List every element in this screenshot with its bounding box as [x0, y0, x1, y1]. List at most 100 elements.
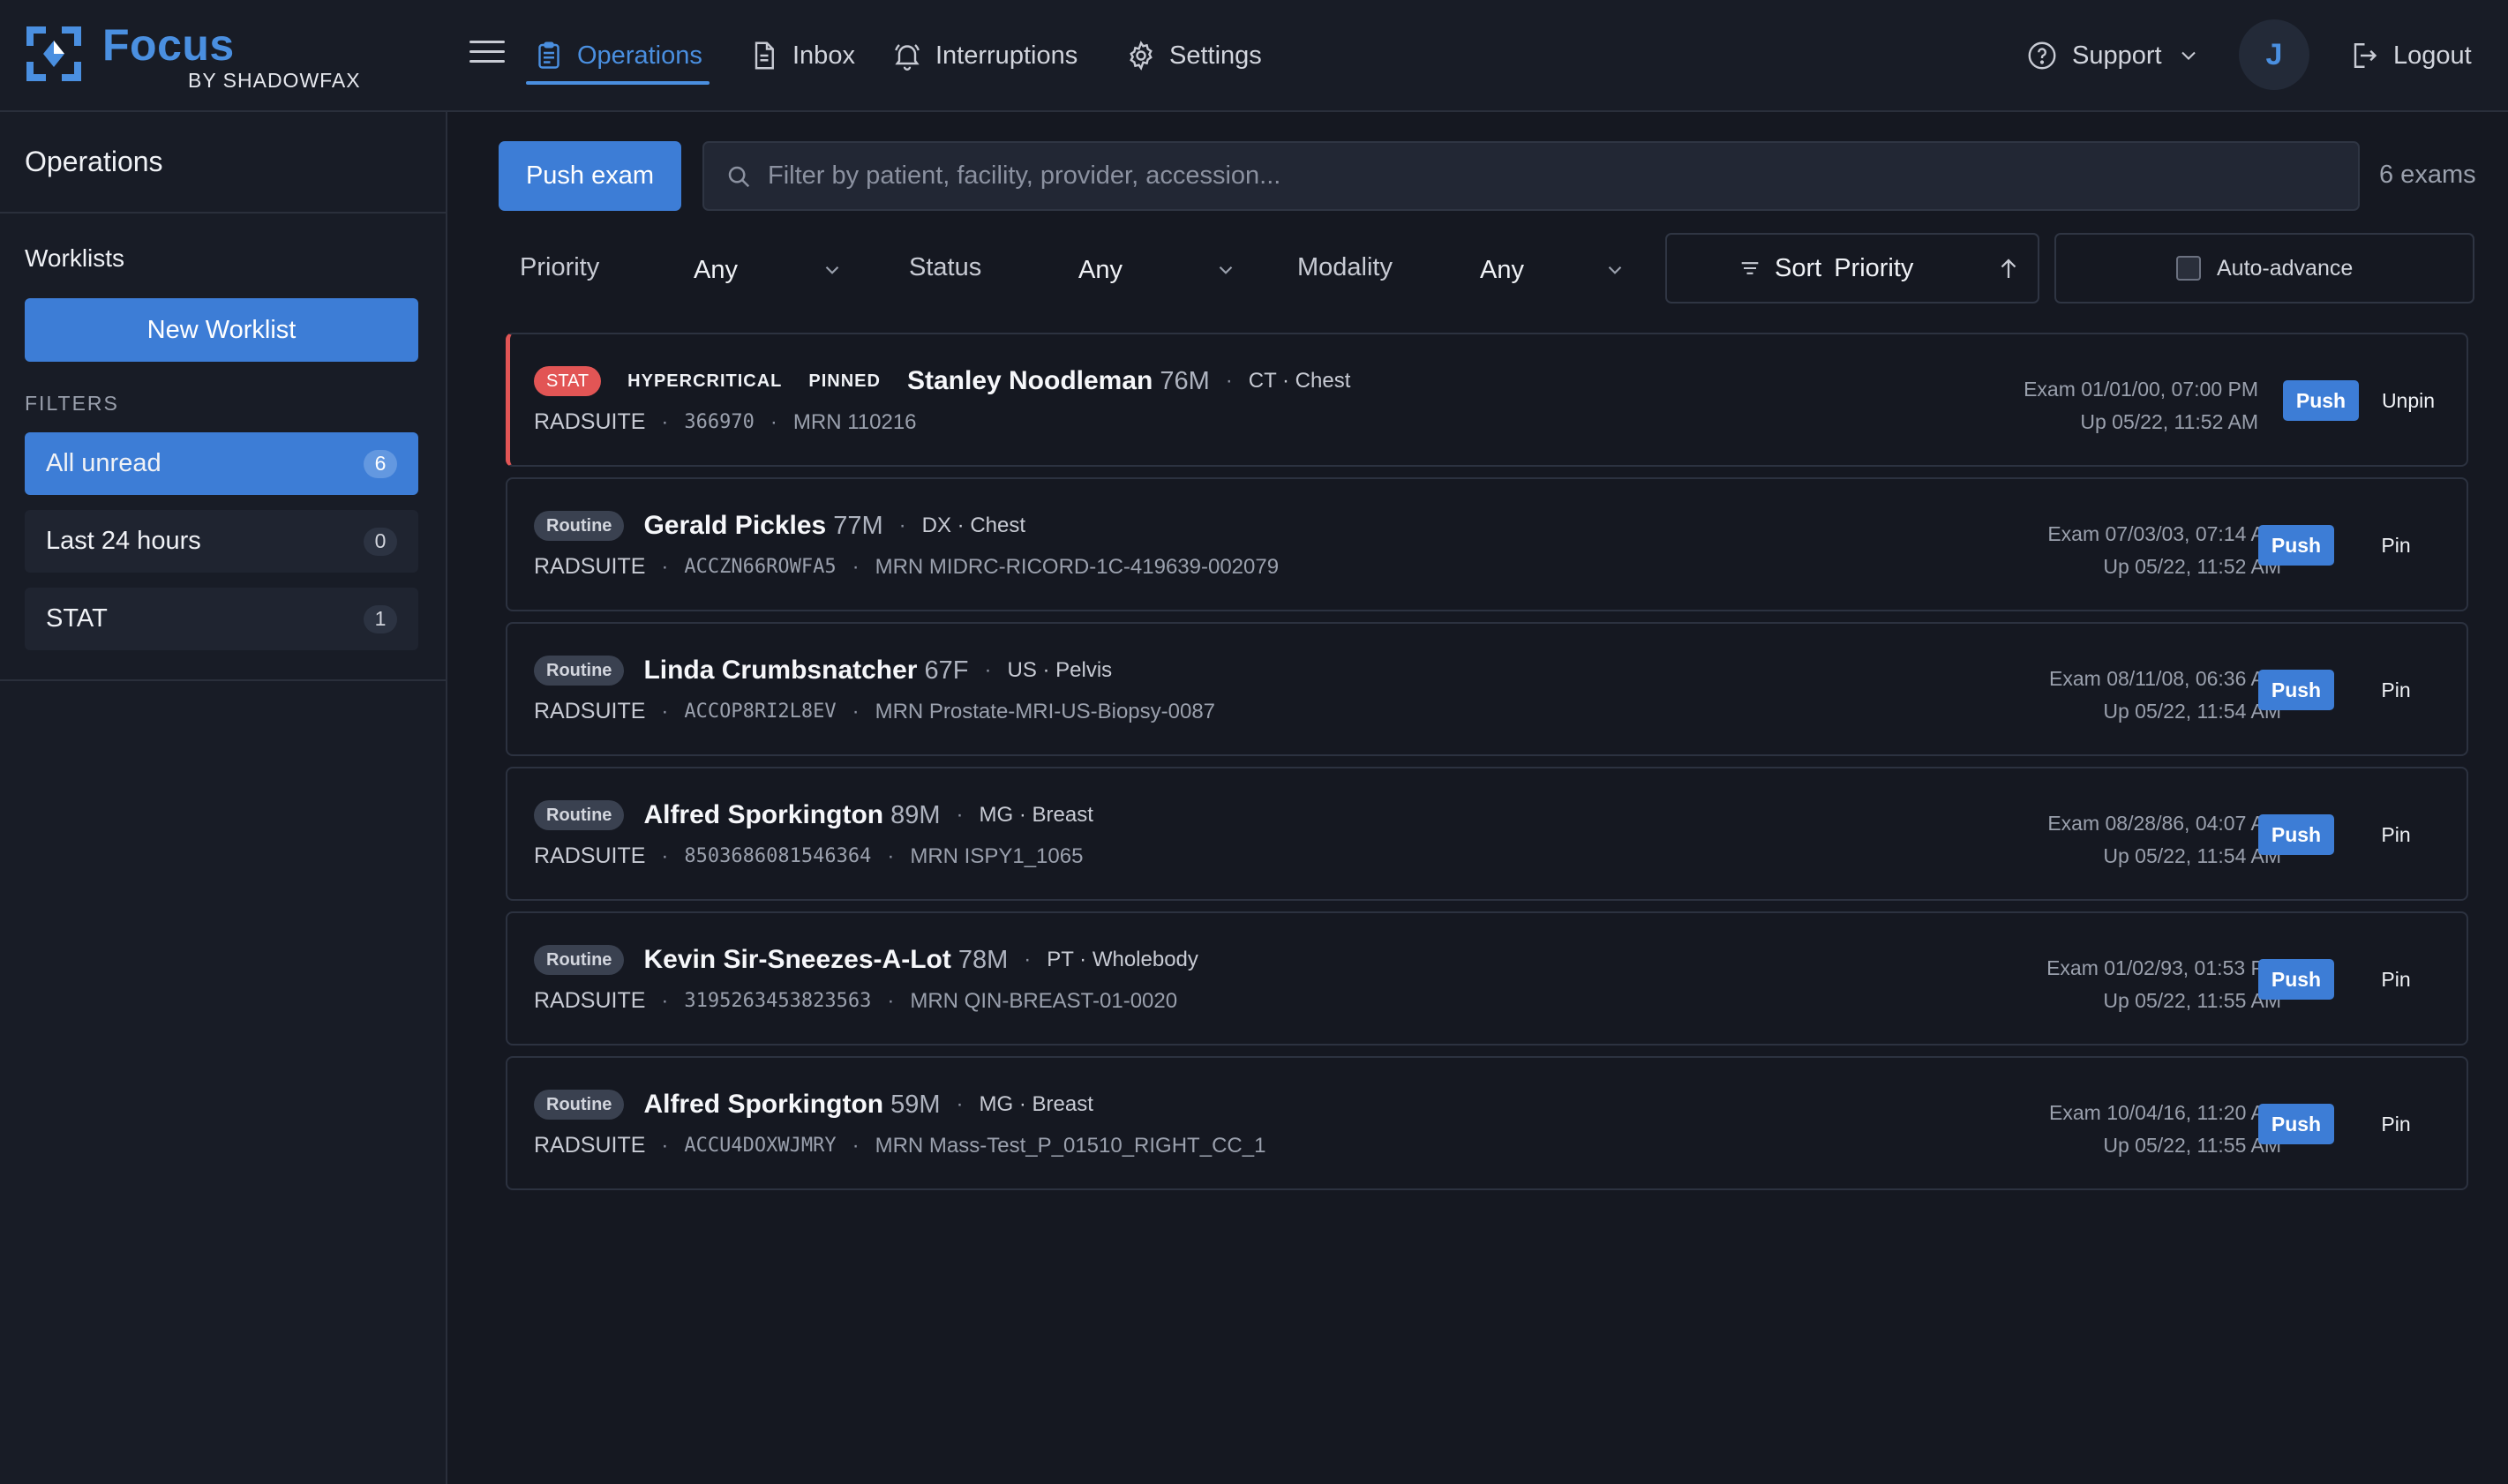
nav-interruptions[interactable]: Interruptions: [891, 26, 1078, 85]
patient-age-sex: 76M: [1160, 366, 1210, 395]
gear-icon: [1130, 41, 1153, 71]
exam-header: STAT HYPERCRITICAL PINNED Stanley Noodle…: [534, 366, 1350, 396]
exam-time: Exam 08/11/08, 06:36 AM: [2049, 667, 2281, 690]
push-button[interactable]: Push: [2258, 1104, 2334, 1144]
nav-interruptions-label: Interruptions: [935, 41, 1078, 70]
mrn: MRN MIDRC-RICORD-1C-419639-002079: [875, 554, 1280, 579]
exam-card[interactable]: Routine Alfred Sporkington 59M · MG · Br…: [506, 1056, 2468, 1190]
brand-subtitle: BY SHADOWFAX: [188, 69, 361, 92]
accession-number: 366970: [684, 411, 755, 433]
separator: ·: [852, 554, 860, 579]
exam-times: Exam 07/03/03, 07:14 AM Up 05/22, 11:52 …: [2047, 518, 2281, 583]
exam-times: Exam 01/02/93, 01:53 PM Up 05/22, 11:55 …: [2046, 952, 2281, 1017]
exam-details: RADSUITE · ACCOP8RI2L8EV · MRN Prostate-…: [534, 699, 1215, 724]
separator: ·: [661, 554, 669, 579]
push-button[interactable]: Push: [2258, 959, 2334, 1000]
exam-card[interactable]: Routine Linda Crumbsnatcher 67F · US · P…: [506, 622, 2468, 756]
push-exam-button[interactable]: Push exam: [499, 141, 681, 211]
sort-prefix: Sort: [1775, 253, 1822, 282]
push-button[interactable]: Push: [2258, 670, 2334, 710]
filter-label: All unread: [46, 449, 161, 477]
exam-time: Exam 01/02/93, 01:53 PM: [2046, 956, 2281, 979]
pinned-tag: PINNED: [808, 371, 881, 391]
pin-button[interactable]: Pin: [2361, 814, 2431, 855]
push-button[interactable]: Push: [2283, 380, 2359, 421]
arrow-up-icon[interactable]: [1995, 256, 2022, 282]
filter-all-unread[interactable]: All unread 6: [25, 432, 418, 495]
logout-button[interactable]: Logout: [2347, 35, 2472, 76]
filter-label: Last 24 hours: [46, 527, 201, 555]
auto-advance-toggle[interactable]: Auto-advance: [2054, 233, 2474, 304]
modality-select[interactable]: Any: [1480, 238, 1635, 302]
exam-times: Exam 01/01/00, 07:00 PM Up 05/22, 11:52 …: [2024, 373, 2258, 438]
nav-inbox[interactable]: Inbox: [748, 26, 855, 85]
pin-button[interactable]: Pin: [2361, 670, 2431, 710]
exam-times: Exam 08/28/86, 04:07 AM Up 05/22, 11:54 …: [2047, 807, 2281, 873]
filter-stat[interactable]: STAT 1: [25, 588, 418, 650]
facility: RADSUITE: [534, 554, 646, 579]
exam-card[interactable]: STAT HYPERCRITICAL PINNED Stanley Noodle…: [506, 333, 2468, 467]
support-label: Support: [2072, 41, 2162, 70]
push-button[interactable]: Push: [2258, 525, 2334, 566]
exam-time: Exam 01/01/00, 07:00 PM: [2024, 378, 2258, 401]
priority-badge: Routine: [534, 1090, 625, 1120]
exam-card[interactable]: Routine Gerald Pickles 77M · DX · Chest …: [506, 477, 2468, 611]
separator: ·: [887, 988, 895, 1013]
sort-control[interactable]: Sort Priority: [1665, 233, 2039, 304]
patient-name: Kevin Sir-Sneezes-A-Lot: [643, 945, 951, 974]
nav-operations-label: Operations: [577, 41, 702, 70]
clipboard-icon: [538, 41, 559, 69]
exam-details: RADSUITE · 366970 · MRN 110216: [534, 409, 917, 435]
updated-time: Up 05/22, 11:55 AM: [2103, 989, 2281, 1012]
nav-inbox-label: Inbox: [792, 41, 855, 70]
exam-card[interactable]: Routine Alfred Sporkington 89M · MG · Br…: [506, 767, 2468, 901]
separator: ·: [661, 1133, 669, 1158]
document-icon: [755, 41, 774, 70]
filter-count-badge: 6: [364, 449, 397, 478]
nav-settings[interactable]: Settings: [1125, 26, 1262, 85]
chevron-down-icon: [1608, 266, 1622, 274]
exam-header: Routine Gerald Pickles 77M · DX · Chest: [534, 511, 1025, 541]
divider: [0, 212, 446, 214]
status-filter-label: Status: [909, 253, 982, 281]
status-select-value: Any: [1078, 255, 1123, 284]
search-input[interactable]: [768, 161, 2358, 191]
exam-time: Exam 08/28/86, 04:07 AM: [2047, 812, 2281, 835]
search-bar: [702, 141, 2360, 211]
push-button[interactable]: Push: [2258, 814, 2334, 855]
separator: ·: [956, 803, 964, 827]
menu-icon[interactable]: [469, 41, 505, 69]
status-select[interactable]: Any: [1078, 238, 1246, 302]
separator: ·: [956, 1092, 964, 1116]
nav-operations[interactable]: Operations: [526, 26, 710, 85]
top-bar: Focus BY SHADOWFAX Operations Inbox Inte…: [0, 0, 2508, 112]
avatar[interactable]: J: [2239, 19, 2309, 90]
exam-details: RADSUITE · ACCZN66ROWFA5 · MRN MIDRC-RIC…: [534, 554, 1279, 580]
study-description: MG · Breast: [979, 1092, 1093, 1116]
filter-last-24-hours[interactable]: Last 24 hours 0: [25, 510, 418, 573]
search-icon: [728, 166, 750, 187]
pin-button[interactable]: Pin: [2361, 959, 2431, 1000]
priority-badge: Routine: [534, 800, 625, 830]
patient-age-sex: 59M: [890, 1090, 941, 1119]
pin-button[interactable]: Pin: [2361, 525, 2431, 566]
new-worklist-button[interactable]: New Worklist: [25, 298, 418, 362]
brand[interactable]: Focus BY SHADOWFAX: [25, 19, 395, 94]
separator: ·: [898, 513, 906, 537]
mrn: MRN ISPY1_1065: [910, 843, 1084, 868]
exam-card[interactable]: Routine Kevin Sir-Sneezes-A-Lot 78M · PT…: [506, 911, 2468, 1046]
auto-advance-checkbox[interactable]: [2176, 256, 2201, 281]
exam-details: RADSUITE · 8503686081546364 · MRN ISPY1_…: [534, 843, 1083, 869]
exam-details: RADSUITE · 3195263453823563 · MRN QIN-BR…: [534, 988, 1177, 1014]
support-menu[interactable]: Support: [2026, 35, 2201, 76]
unpin-button[interactable]: Unpin: [2373, 380, 2444, 421]
sort-value: Priority: [1834, 253, 1914, 282]
filter-label: STAT: [46, 604, 108, 633]
bell-icon: [895, 44, 920, 71]
priority-badge: Routine: [534, 945, 625, 975]
pin-button[interactable]: Pin: [2361, 1104, 2431, 1144]
chevron-down-icon: [2181, 51, 2196, 60]
priority-select[interactable]: Any: [694, 238, 852, 302]
study-description: US · Pelvis: [1007, 658, 1113, 682]
exam-header: Routine Alfred Sporkington 89M · MG · Br…: [534, 800, 1093, 830]
